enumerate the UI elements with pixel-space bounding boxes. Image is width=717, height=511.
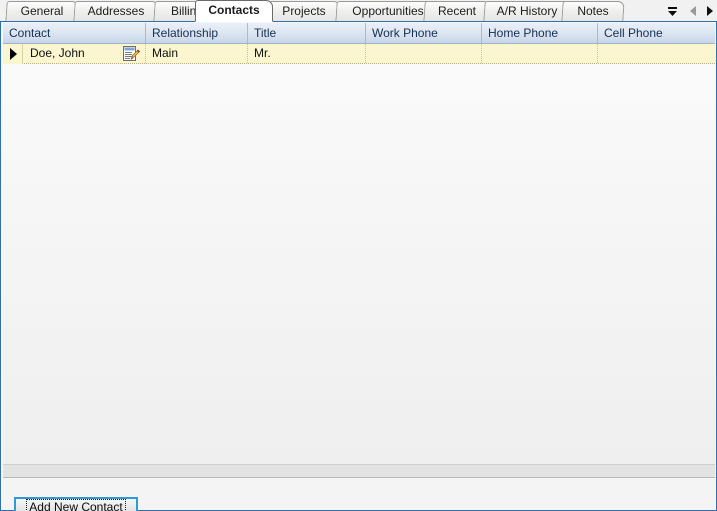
tab-addresses-label: Addresses [87,4,145,18]
cell-contact-text: Doe, John [30,46,85,60]
tab-addresses[interactable]: Addresses [73,1,159,22]
grid-header-row: Contact Relationship Title Work Phone Ho… [3,23,715,44]
cell-title-text: Mr. [254,46,271,60]
tab-general[interactable]: General [5,1,79,22]
tab-recent-label: Recent [437,4,477,18]
contacts-tab-panel: General Addresses Billing Contacts Proje… [0,0,717,511]
column-header-work-phone[interactable]: Work Phone [366,23,482,43]
column-header-cell-phone[interactable]: Cell Phone [598,23,715,43]
cell-work-phone[interactable] [366,44,482,63]
column-header-relationship-label: Relationship [152,26,219,40]
add-new-contact-button[interactable]: Add New Contact [14,497,138,511]
tab-general-label: General [20,4,64,18]
cell-cell-phone[interactable] [598,44,715,63]
current-row-arrow-icon [3,44,23,64]
column-header-title-label: Title [254,26,277,40]
cell-home-phone[interactable] [482,44,598,63]
column-header-cell-phone-label: Cell Phone [604,26,663,40]
contacts-grid: Contact Relationship Title Work Phone Ho… [3,23,715,464]
tab-list-dropdown-icon[interactable] [665,3,680,19]
tab-recent[interactable]: Recent [423,1,491,22]
column-header-work-phone-label: Work Phone [372,26,438,40]
column-header-home-phone-label: Home Phone [488,26,559,40]
edit-contact-icon[interactable] [123,46,140,62]
cell-relationship[interactable]: Main [146,44,248,63]
scroll-tabs-right-icon[interactable] [702,3,717,19]
tab-ar-history-label: A/R History [496,4,558,18]
table-row[interactable]: Doe, John Main Mr. [3,44,715,64]
action-button-bar: Add New Contact [3,479,715,511]
column-header-title[interactable]: Title [248,23,366,43]
cell-title[interactable]: Mr. [248,44,366,63]
tab-contacts[interactable]: Contacts [195,0,273,22]
tab-contacts-label: Contacts [208,3,260,17]
tab-projects-label: Projects [282,4,326,18]
panel-body: Contact Relationship Title Work Phone Ho… [0,21,717,511]
add-new-contact-button-label: Add New Contact [26,499,126,511]
column-header-relationship[interactable]: Relationship [146,23,248,43]
tab-notes-label: Notes [577,4,609,18]
scroll-tabs-left-icon[interactable] [686,3,701,19]
cell-relationship-text: Main [152,46,179,60]
tab-notes[interactable]: Notes [561,1,625,22]
grid-footer-band [3,464,715,478]
column-header-contact[interactable]: Contact [3,23,146,43]
column-header-home-phone[interactable]: Home Phone [482,23,598,43]
tab-ar-history[interactable]: A/R History [483,1,571,22]
tab-projects[interactable]: Projects [267,1,341,22]
column-header-contact-label: Contact [9,26,51,40]
tab-bar: General Addresses Billing Contacts Proje… [0,0,717,22]
